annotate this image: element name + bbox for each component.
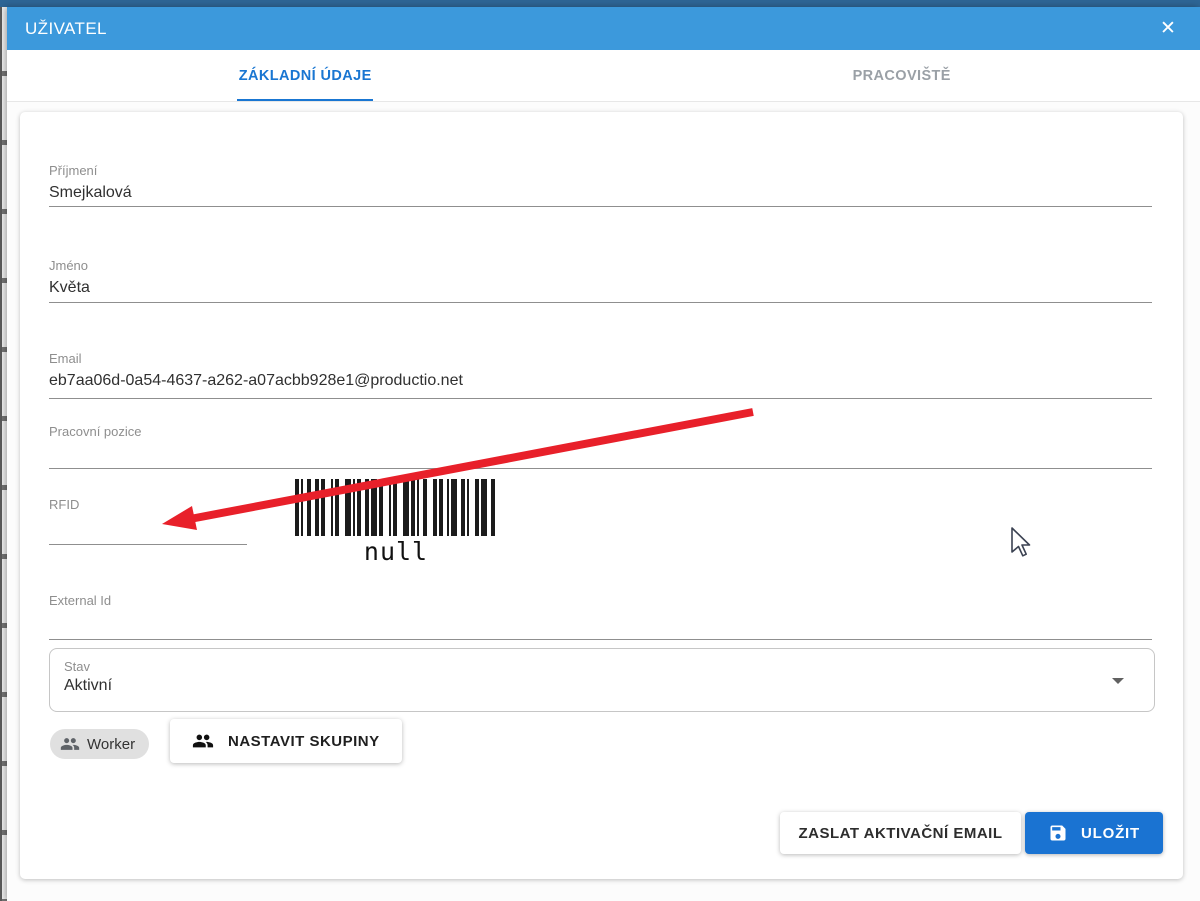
save-button[interactable]: ULOŽIT	[1025, 812, 1163, 854]
tab-bar: ZÁKLADNÍ ÚDAJE PRACOVIŠTĚ	[7, 50, 1200, 102]
dialog-header: UŽIVATEL ✕	[7, 7, 1200, 50]
position-field[interactable]: Pracovní pozice	[49, 423, 1152, 469]
tab-basic-data[interactable]: ZÁKLADNÍ ÚDAJE	[7, 50, 604, 101]
surname-value: Smejkalová	[49, 182, 1152, 204]
rfid-label: RFID	[49, 496, 247, 513]
background-page-top-strip	[0, 0, 1200, 7]
email-label: Email	[49, 350, 1152, 367]
status-select[interactable]: Stav Aktivní	[49, 648, 1155, 712]
firstname-field[interactable]: Jméno Květa	[49, 257, 1152, 303]
surname-field[interactable]: Příjmení Smejkalová	[49, 162, 1152, 207]
barcode-bars	[295, 479, 497, 536]
email-value: eb7aa06d-0a54-4637-a262-a07acbb928e1@pro…	[49, 370, 1152, 392]
tab-label: PRACOVIŠTĚ	[853, 68, 951, 84]
close-button[interactable]: ✕	[1154, 15, 1182, 43]
surname-label: Příjmení	[49, 162, 1152, 179]
close-icon: ✕	[1160, 17, 1176, 40]
role-chip-label: Worker	[87, 736, 135, 753]
save-label: ULOŽIT	[1081, 825, 1140, 842]
chevron-down-icon	[1112, 678, 1124, 684]
dialog-title: UŽIVATEL	[25, 19, 107, 39]
rfid-field[interactable]: RFID	[49, 496, 247, 545]
firstname-label: Jméno	[49, 257, 1152, 274]
send-activation-email-button[interactable]: ZASLAT AKTIVAČNÍ EMAIL	[780, 812, 1021, 854]
save-icon	[1048, 823, 1068, 843]
position-label: Pracovní pozice	[49, 423, 1152, 440]
set-groups-label: NASTAVIT SKUPINY	[228, 733, 380, 750]
user-dialog: UŽIVATEL ✕ ZÁKLADNÍ ÚDAJE PRACOVIŠTĚ Pří…	[7, 7, 1200, 901]
group-icon	[192, 730, 214, 752]
email-field[interactable]: Email eb7aa06d-0a54-4637-a262-a07acbb928…	[49, 350, 1152, 399]
background-page-left-strip	[0, 7, 7, 901]
external-id-field[interactable]: External Id	[49, 592, 1152, 640]
status-label: Stav	[64, 659, 90, 674]
tab-workplaces[interactable]: PRACOVIŠTĚ	[604, 50, 1200, 101]
external-id-label: External Id	[49, 592, 1152, 609]
barcode-text: null	[295, 537, 497, 566]
firstname-value: Květa	[49, 277, 1152, 299]
role-chip-worker[interactable]: Worker	[50, 729, 149, 759]
status-value: Aktivní	[64, 677, 112, 695]
rfid-barcode: null	[295, 479, 497, 566]
tab-label: ZÁKLADNÍ ÚDAJE	[239, 68, 372, 84]
set-groups-button[interactable]: NASTAVIT SKUPINY	[170, 719, 402, 763]
form-card: Příjmení Smejkalová Jméno Květa Email eb…	[20, 112, 1183, 879]
group-icon	[60, 734, 80, 754]
